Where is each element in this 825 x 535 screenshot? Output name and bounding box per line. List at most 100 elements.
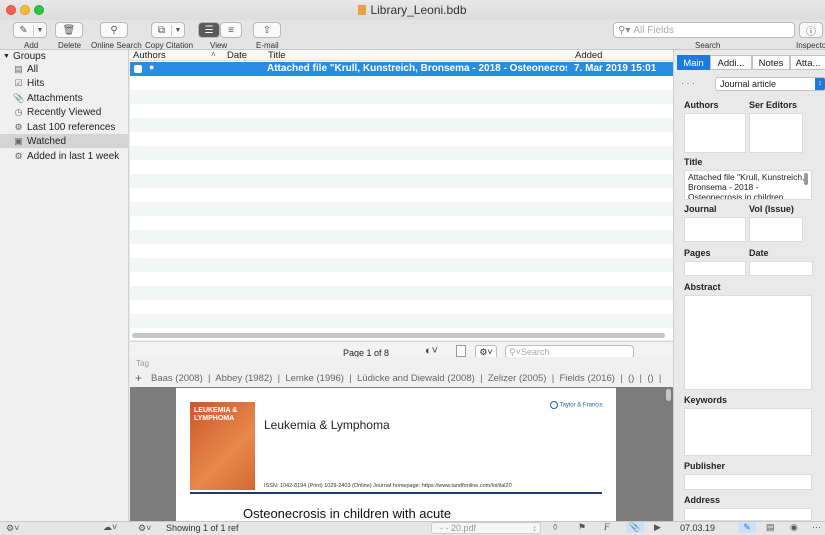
table-row [130,258,673,272]
tag-item[interactable]: Zelizer (2005) [488,373,547,384]
view-details-button[interactable]: ≡ [220,22,242,38]
ser-editors-label: Ser Editors [749,100,798,110]
column-authors[interactable]: Authors [133,50,166,61]
tab-additional[interactable]: Addi... [710,55,752,70]
vol-issue-field[interactable] [749,217,803,242]
sidebar-item-label: All [27,63,39,75]
play-icon[interactable]: ▶ [654,522,661,533]
sidebar-item-recently-viewed[interactable]: ◷ Recently Viewed [0,105,129,119]
close-window-button[interactable] [6,5,16,15]
tab-main[interactable]: Main [677,55,710,70]
sidebar-item-all[interactable]: ▤ All [0,62,129,76]
copy-citation-button[interactable]: ⧉ ▼ [151,22,185,38]
publisher-field[interactable] [684,474,812,490]
sidebar-item-attachments[interactable]: 📎 Attachments [0,91,129,105]
tag-item[interactable]: Lüdicke and Diewald (2008) [357,373,475,384]
cover-title: LEUKEMIA & LYMPHOMA [194,407,238,422]
table-row [130,188,673,202]
table-row [130,286,673,300]
title-scrollbar[interactable] [804,173,808,185]
chevron-down-icon: ▼ [3,52,10,60]
group-settings-button[interactable]: ⚙˅ [6,523,19,534]
cloud-sync-button[interactable]: ☁˅ [103,522,117,533]
sidebar-item-watched[interactable]: ▣ Watched [0,134,129,148]
title-value: Attached file "Krull, Kunstreich, Bronse… [688,172,805,200]
ser-editors-field[interactable] [749,113,803,153]
tag-item[interactable]: Abbey (1982) [215,373,272,384]
pdf-search-input[interactable]: Search [521,347,550,357]
vertical-scrollbar[interactable] [666,389,671,401]
sort-arrow-icon: ˄ [211,50,216,59]
more-dots-icon[interactable]: · · · [681,78,695,88]
eye-icon[interactable]: ◉ [790,522,798,533]
table-row [130,76,673,90]
magnifier-icon: ⚲ [110,24,118,36]
page-icon[interactable] [456,345,466,357]
file-selector[interactable]: - - 20.pdf ↕ [431,522,541,534]
address-field[interactable] [684,508,812,521]
date-field[interactable] [749,261,813,276]
email-label: E-mail [256,41,279,50]
row-checkbox[interactable] [134,65,142,73]
inspector-button[interactable]: ⓘ [799,22,823,38]
attachment-button[interactable]: 📎 [626,522,644,533]
folder-icon: ▣ [14,135,23,146]
abstract-field[interactable] [684,295,812,390]
tag-list: Baas (2008) | Abbey (1982) | Lemke (1996… [151,373,662,384]
tag-item[interactable]: () [647,373,653,384]
list-settings-button[interactable]: ⚙˅ [138,523,151,534]
flag-icon[interactable]: ⚑ [578,522,586,533]
pages-field[interactable] [684,261,746,276]
column-date[interactable]: Date [227,50,247,61]
sidebar-item-hits[interactable]: ☑ Hits [0,76,129,90]
status-bar: ⚙˅ ☁˅ ⚙˅ Showing 1 of 1 ref - - 20.pdf ↕… [0,521,825,535]
sidebar-item-label: Attachments [27,92,83,104]
add-label: Add [24,41,39,50]
groups-header[interactable]: ▼ Groups [0,50,129,62]
tag-item[interactable]: Lemke (1996) [285,373,344,384]
online-search-button[interactable]: ⚲ [100,22,128,38]
email-button[interactable]: ⇧ [253,22,281,38]
list-header: ✖ Authors ˄ Date Title Added [130,50,673,61]
add-reference-icon: ✎ [14,24,34,36]
add-button[interactable]: ✎ ▼ [13,22,47,38]
keywords-field[interactable] [684,408,812,456]
authors-field[interactable] [684,113,746,153]
edit-button[interactable]: ✎ [738,522,756,533]
search-icon: ⚲˅ [509,347,521,357]
tab-notes[interactable]: Notes [752,55,790,70]
journal-field[interactable] [684,217,746,242]
more-icon[interactable]: ⋯ [812,522,821,533]
selected-reference-row[interactable]: ● Attached file "Krull, Kunstreich, Bron… [130,62,673,76]
clock-icon: ◷ [14,106,23,117]
search-input[interactable]: All Fields [633,25,674,36]
note-icon[interactable]: ▤ [766,522,775,533]
annotation-icon[interactable]: ◐˅ [425,345,438,357]
tag-item[interactable]: () [628,373,634,384]
search-field[interactable]: ⚲▾ All Fields [613,22,795,38]
tag-item[interactable]: Baas (2008) [151,373,203,384]
view-list-button[interactable]: ☰ [198,22,220,38]
delete-button[interactable]: 🗑 [55,22,83,38]
tag-item[interactable]: Fields (2016) [559,373,614,384]
publisher-label: Publisher [684,461,726,471]
info-icon: ⓘ [806,26,816,38]
library-icon: ▤ [14,63,23,74]
sidebar-item-last-100[interactable]: ⚙ Last 100 references [0,120,129,134]
format-icon[interactable]: F [604,522,610,532]
zoom-window-button[interactable] [34,5,44,15]
sidebar-item-added-last-week[interactable]: ⚙ Added in last 1 week [0,149,129,163]
horizontal-scrollbar[interactable] [132,333,665,338]
date-label: Date [749,248,769,258]
add-tag-button[interactable]: + [135,371,142,385]
tag-icon[interactable]: ◊ [553,522,557,532]
pdf-preview[interactable]: LEUKEMIA & LYMPHOMA Leukemia & Lymphoma … [130,387,673,521]
citation-icon: ⧉ [152,24,172,36]
tab-attachments[interactable]: Atta... [790,55,825,70]
column-added[interactable]: Added [575,50,602,61]
reference-type-select[interactable]: Journal article ↕ [715,77,825,91]
column-title[interactable]: Title [268,50,286,61]
issn-line: ISSN: 1042-8194 (Print) 1029-2403 (Onlin… [264,483,512,489]
minimize-window-button[interactable] [20,5,30,15]
title-field[interactable]: Attached file "Krull, Kunstreich, Bronse… [684,170,812,200]
